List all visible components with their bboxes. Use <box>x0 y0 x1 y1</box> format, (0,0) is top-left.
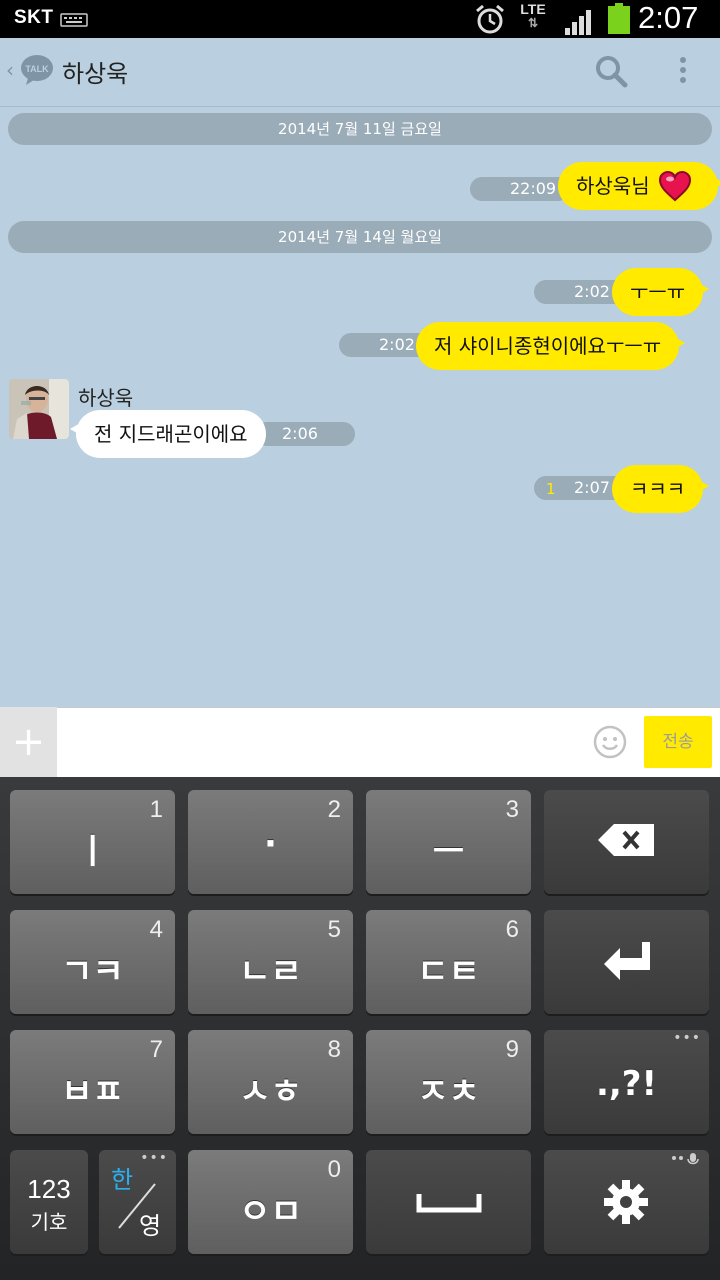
key-label: ㅅㅎ <box>239 1072 302 1112</box>
key-i-vowel[interactable]: 1 ㅣ <box>10 790 175 894</box>
key-number: 5 <box>327 916 341 943</box>
message-text: 전 지드래곤이에요 <box>94 422 248 446</box>
key-g-k[interactable]: 4 ㄱㅋ <box>10 910 175 1014</box>
back-chevron-icon[interactable]: ‹ <box>6 58 14 82</box>
key-number: 0 <box>327 1156 341 1183</box>
key-label: ㅇㅁ <box>239 1192 302 1232</box>
message-text: 하상욱님 <box>576 174 650 198</box>
status-bar: SKT LTE ⇅ 2:07 <box>0 0 720 38</box>
key-label: · <box>264 824 277 864</box>
gear-icon <box>602 1178 650 1230</box>
signal-strength-icon <box>564 6 598 40</box>
alarm-icon <box>474 3 506 39</box>
message-bubble-incoming[interactable]: 전 지드래곤이에요 <box>70 410 266 458</box>
lte-indicator: LTE ⇅ <box>516 2 550 30</box>
key-label: ㄱㅋ <box>61 952 124 992</box>
language-toggle-key[interactable]: ••• 한 영 <box>99 1150 176 1254</box>
sender-name: 하상욱 <box>78 386 134 410</box>
search-icon[interactable] <box>594 54 628 92</box>
key-number: 1 <box>149 796 163 823</box>
key-number: 2 <box>327 796 341 823</box>
settings-key[interactable] <box>544 1150 709 1254</box>
key-label: .,?! <box>595 1064 658 1104</box>
message-input[interactable] <box>60 716 584 770</box>
more-options-dots: ••• <box>140 1150 168 1166</box>
chat-title: 하상욱 <box>62 60 129 88</box>
key-label: ㄴㄹ <box>239 952 302 992</box>
clock: 2:07 <box>638 0 699 35</box>
date-divider: 2014년 7월 11일 금요일 <box>8 113 712 145</box>
key-eu-vowel[interactable]: 3 ㅡ <box>366 790 531 894</box>
message-time: 2:06 <box>255 422 355 446</box>
key-d-t[interactable]: 6 ㄷㅌ <box>366 910 531 1014</box>
key-number: 4 <box>149 916 163 943</box>
message-text: ㅜㅡㅠ <box>630 280 686 304</box>
key-number: 8 <box>327 1036 341 1063</box>
key-label: ㄷㅌ <box>417 952 480 992</box>
key-number: 7 <box>149 1036 163 1063</box>
key-label: ㅂㅍ <box>61 1072 124 1112</box>
key-label: ㅈㅊ <box>417 1072 480 1112</box>
enter-key[interactable] <box>544 910 709 1014</box>
key-ng-m[interactable]: 0 ㅇㅁ <box>188 1150 353 1254</box>
talk-logo-text: TALK <box>25 64 49 74</box>
avatar[interactable] <box>9 379 69 439</box>
space-icon <box>416 1192 482 1218</box>
mode-key-line2: 기호 <box>30 1210 68 1234</box>
lte-label: LTE <box>520 1 546 17</box>
key-dot-vowel[interactable]: 2 · <box>188 790 353 894</box>
key-number: 9 <box>505 1036 519 1063</box>
microphone-icon <box>671 1152 701 1172</box>
backspace-icon <box>596 822 656 862</box>
key-number: 3 <box>505 796 519 823</box>
key-label: ㅡ <box>432 832 465 872</box>
more-options-dots: ••• <box>673 1030 701 1046</box>
message-time: 22:09 <box>470 177 570 201</box>
overflow-menu-icon[interactable] <box>676 56 690 92</box>
key-b-p[interactable]: 7 ㅂㅍ <box>10 1030 175 1134</box>
keyboard-notification-icon <box>60 12 88 31</box>
unread-count-badge: 1 <box>546 480 556 498</box>
heart-icon <box>658 170 692 219</box>
key-j-ch[interactable]: 9 ㅈㅊ <box>366 1030 531 1134</box>
key-s-h[interactable]: 8 ㅅㅎ <box>188 1030 353 1134</box>
key-label: ㅣ <box>76 832 109 872</box>
english-mode-label: 영 <box>139 1212 162 1240</box>
battery-icon <box>607 3 631 39</box>
date-divider: 2014년 7월 14일 월요일 <box>8 221 712 253</box>
carrier-label: SKT <box>14 7 54 28</box>
punctuation-key[interactable]: ••• .,?! <box>544 1030 709 1134</box>
talk-logo-icon[interactable]: TALK <box>20 54 54 90</box>
message-text: ㅋㅋㅋ <box>630 477 686 501</box>
attach-plus-button[interactable]: + <box>0 707 57 777</box>
message-bubble-outgoing[interactable]: 하상욱님 <box>558 162 720 210</box>
message-bubble-outgoing[interactable]: 저 샤이니종현이에요ㅜㅡㅠ <box>416 322 686 370</box>
emoticon-icon[interactable] <box>593 725 627 763</box>
message-bubble-outgoing[interactable]: ㅜㅡㅠ <box>612 268 710 316</box>
symbol-mode-key[interactable]: 123 기호 <box>10 1150 88 1254</box>
key-n-r[interactable]: 5 ㄴㄹ <box>188 910 353 1014</box>
enter-icon <box>602 940 654 988</box>
mode-key-line1: 123 <box>27 1174 71 1204</box>
key-number: 6 <box>505 916 519 943</box>
space-key[interactable] <box>366 1150 531 1254</box>
message-bubble-outgoing[interactable]: ㅋㅋㅋ <box>612 465 710 513</box>
message-text: 저 샤이니종현이에요ㅜㅡㅠ <box>434 334 662 358</box>
backspace-key[interactable] <box>544 790 709 894</box>
send-button[interactable]: 전송 <box>644 716 712 768</box>
data-arrows-icon: ⇅ <box>527 16 539 30</box>
